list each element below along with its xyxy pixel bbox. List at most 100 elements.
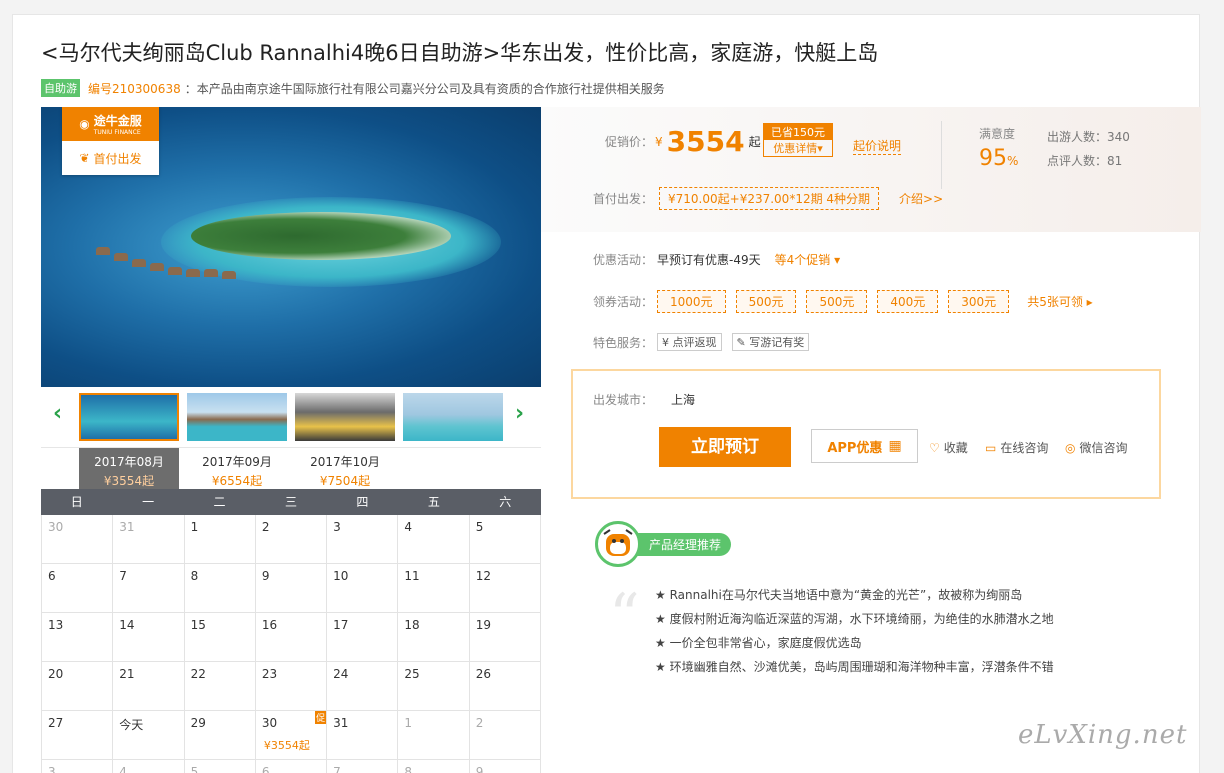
calendar-day[interactable]: 10 <box>327 564 399 613</box>
features-row: 特色服务： ¥ 点评返现 ✎ 写游记有奖 <box>593 333 819 351</box>
price-row: 促销价： ¥ 3554 起 <box>605 125 761 158</box>
all-coupons-link[interactable]: 共5张可领 ▸ <box>1027 293 1092 310</box>
thumb-prev-arrow-icon[interactable]: ‹ <box>53 401 62 426</box>
calendar-day[interactable]: 1 <box>398 711 470 760</box>
day-price: ¥3554起 <box>263 739 310 752</box>
calendar-day[interactable]: 16 <box>255 613 328 662</box>
thumbnail-strip: ‹ › <box>41 387 541 447</box>
watermark: eLvXing.net <box>1018 720 1188 750</box>
calendar-day[interactable]: 12 <box>469 564 541 613</box>
feature-travel-note[interactable]: ✎ 写游记有奖 <box>731 333 810 351</box>
coupon-500-b[interactable]: 500元 <box>806 290 868 313</box>
calendar-day[interactable]: 23 <box>255 662 328 711</box>
calendar-day[interactable]: 27 <box>42 711 114 760</box>
book-now-button[interactable]: 立即预订 <box>659 427 791 467</box>
caret-down-icon: ▾ <box>817 142 823 155</box>
calendar-day[interactable]: 31 <box>113 515 185 564</box>
hero-image[interactable]: ◉ 途牛金服 TUNIU FINANCE ❦ 首付出发 <box>41 107 541 387</box>
page-title: <马尔代夫绚丽岛Club Rannalhi4晚6日自助游>华东出发，性价比高，家… <box>41 41 879 65</box>
calendar-day[interactable]: 3 <box>42 760 114 773</box>
pencil-icon: ✎ <box>736 336 746 349</box>
calendar-day[interactable]: 19 <box>469 613 541 662</box>
intro-link[interactable]: 介绍>> <box>899 190 943 207</box>
thumbnail-1[interactable] <box>79 393 179 441</box>
favorite-button[interactable]: ♡ 收藏 <box>929 439 968 456</box>
savings-tag[interactable]: 已省150元 优惠详情▾ <box>763 123 833 157</box>
calendar-day[interactable]: 7 <box>113 564 185 613</box>
calendar-day[interactable]: 5 <box>469 515 541 564</box>
price-divider <box>941 121 942 189</box>
calendar-day[interactable]: 8 <box>184 564 256 613</box>
coupon-row: 领券活动： 1000元 500元 500元 400元 300元 共5张可领 ▸ <box>593 290 1093 313</box>
departure-city[interactable]: 上海 <box>671 391 695 408</box>
calendar-day[interactable]: 4 <box>398 515 470 564</box>
calendar-day[interactable]: 9 <box>470 760 541 773</box>
manager-recommendation: 产品经理推荐 “ ★ Rannalhi在马尔代夫当地语中意为“黄金的光芒”，故被… <box>595 521 1155 701</box>
promo-row: 优惠活动： 早预订有优惠-49天 等4个促销 ▾ <box>593 251 841 268</box>
installment-info[interactable]: ¥710.00起+¥237.00*12期 4种分期 <box>659 187 880 210</box>
calendar-day[interactable]: 14 <box>113 613 185 662</box>
cow-avatar-icon <box>595 521 641 567</box>
calendar-day[interactable]: 31 <box>327 711 399 760</box>
product-subline: 自助游 编号210300638 ：本产品由南京途牛国际旅行社有限公司嘉兴分公司及… <box>41 79 665 97</box>
calendar-day[interactable]: 11 <box>398 564 470 613</box>
recommend-point: ★ 度假村附近海沟临近深蓝的泻湖，水下环境绮丽，为绝佳的水肺潜水之地 <box>655 612 1054 626</box>
month-tab-2[interactable]: 2017年09月 ¥6554起 <box>187 448 287 490</box>
online-consult-button[interactable]: ▭ 在线咨询 <box>985 439 1048 456</box>
finance-badge[interactable]: ◉ 途牛金服 TUNIU FINANCE ❦ 首付出发 <box>62 107 159 175</box>
recommend-points: ★ Rannalhi在马尔代夫当地语中意为“黄金的光芒”，故被称为绚丽岛 ★ 度… <box>655 583 1054 679</box>
coupon-500-a[interactable]: 500元 <box>735 290 797 313</box>
finance-badge-bottom: ❦ 首付出发 <box>79 151 142 166</box>
thumbnail-2[interactable] <box>187 393 287 441</box>
thumb-next-arrow-icon[interactable]: › <box>515 401 524 426</box>
price-explain-link[interactable]: 起价说明 <box>853 137 902 155</box>
calendar-day[interactable]: 18 <box>398 613 470 662</box>
calendar-day[interactable]: 今天 <box>113 711 185 760</box>
calendar-day[interactable]: 30 促 ¥3554起 <box>255 711 328 760</box>
calendar-day[interactable]: 20 <box>42 662 114 711</box>
calendar-day[interactable]: 21 <box>113 662 185 711</box>
calendar-day[interactable]: 8 <box>398 760 470 773</box>
more-promos-link[interactable]: 等4个促销 ▾ <box>775 251 840 268</box>
thumbnail-3[interactable] <box>295 393 395 441</box>
calendar-day[interactable]: 29 <box>184 711 256 760</box>
month-tab-3[interactable]: 2017年10月 ¥7504起 <box>295 448 395 490</box>
down-payment-row: 首付出发： ¥710.00起+¥237.00*12期 4种分期 介绍>> <box>593 187 943 210</box>
month-tab-1[interactable]: 2017年08月 ¥3554起 <box>79 448 179 490</box>
month-tabs: 2017年08月 ¥3554起 2017年09月 ¥6554起 2017年10月 ¥7… <box>41 447 541 490</box>
calendar-day[interactable]: 15 <box>184 613 256 662</box>
departure-calendar: 日一二 三四五 六 30 31 1 2 3 4 5 6 7 8 9 10 11 12 13 14 15 16 17 1… <box>41 489 541 773</box>
calendar-day[interactable]: 26 <box>469 662 541 711</box>
app-discount-button[interactable]: APP优惠 ▦ <box>811 429 918 463</box>
wechat-consult-button[interactable]: ◎ 微信咨询 <box>1065 439 1128 456</box>
calendar-day[interactable]: 3 <box>327 515 399 564</box>
calendar-day[interactable]: 6 <box>42 564 114 613</box>
calendar-day[interactable]: 24 <box>327 662 399 711</box>
finance-badge-top: ◉ 途牛金服 TUNIU FINANCE <box>62 107 159 141</box>
leaf-icon: ❦ <box>79 151 90 165</box>
yen-icon: ¥ <box>662 336 670 349</box>
coupon-400[interactable]: 400元 <box>877 290 939 313</box>
feature-review-cashback[interactable]: ¥ 点评返现 <box>657 333 722 351</box>
thumbnail-4[interactable] <box>403 393 503 441</box>
calendar-day[interactable]: 1 <box>184 515 256 564</box>
product-type-tag: 自助游 <box>41 79 80 97</box>
calendar-day[interactable]: 5 <box>185 760 256 773</box>
calendar-day[interactable]: 13 <box>42 613 114 662</box>
calendar-day[interactable]: 9 <box>255 564 328 613</box>
counts-block: 出游人数：340 点评人数：81 <box>1047 130 1130 168</box>
calendar-day[interactable]: 2 <box>255 515 328 564</box>
coupon-1000[interactable]: 1000元 <box>657 290 726 313</box>
calendar-day[interactable]: 25 <box>398 662 470 711</box>
calendar-day[interactable]: 22 <box>184 662 256 711</box>
calendar-day[interactable]: 6 <box>256 760 328 773</box>
product-code: 编号210300638 <box>88 81 181 96</box>
coupon-300[interactable]: 300元 <box>948 290 1010 313</box>
calendar-day[interactable]: 17 <box>327 613 399 662</box>
price-amount: 3554 <box>666 125 745 158</box>
calendar-day[interactable]: 4 <box>113 760 185 773</box>
calendar-day[interactable]: 30 <box>42 515 114 564</box>
calendar-day[interactable]: 7 <box>327 760 399 773</box>
calendar-day[interactable]: 2 <box>469 711 541 760</box>
promo-flag: 促 <box>315 711 327 724</box>
